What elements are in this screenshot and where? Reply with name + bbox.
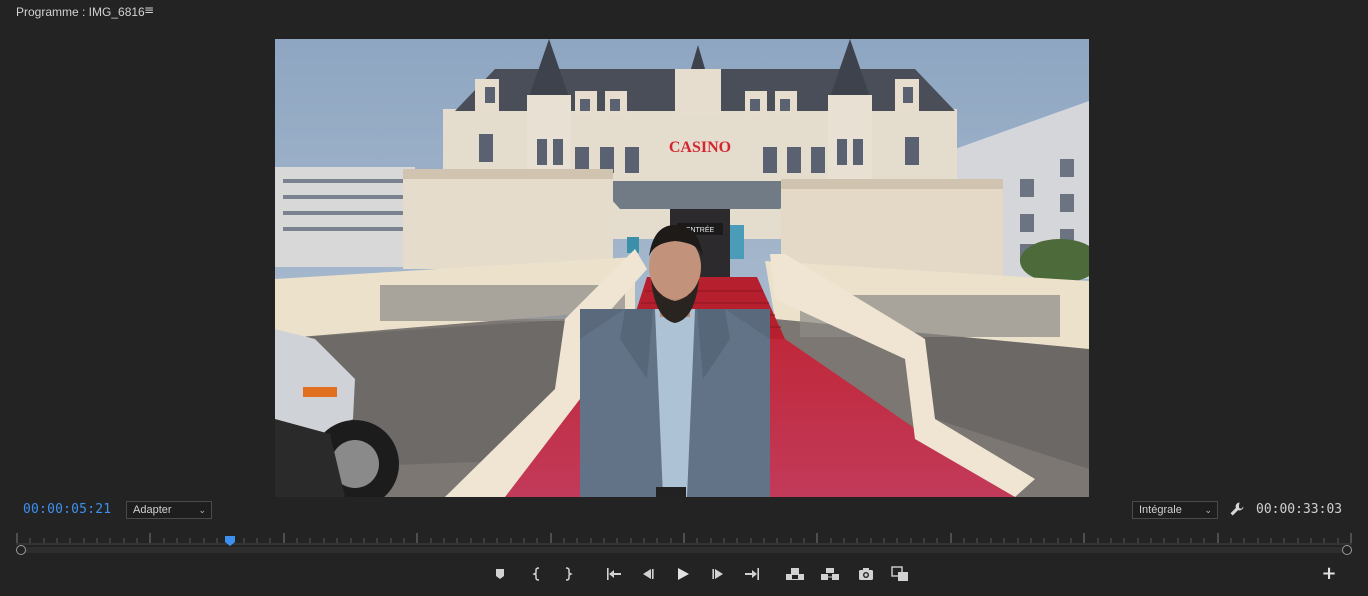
go-to-in-icon [607, 568, 621, 580]
mark-out-icon [565, 567, 573, 581]
play-icon [678, 568, 689, 580]
playback-resolution-value: Intégrale [1139, 504, 1182, 516]
wrench-icon[interactable] [1229, 501, 1245, 517]
chevron-down-icon: ⌄ [198, 505, 206, 515]
scrollbar-right-handle[interactable] [1342, 545, 1352, 555]
go-to-out-button[interactable] [742, 564, 762, 584]
current-timecode[interactable]: 00:00:05:21 [23, 502, 111, 517]
go-to-out-icon [745, 568, 759, 580]
add-marker-button[interactable] [490, 564, 510, 584]
scrollbar-track[interactable] [22, 547, 1346, 553]
hamburger-menu-icon[interactable]: ≡ [144, 3, 154, 17]
transport-controls [0, 564, 1368, 584]
casino-sign: CASINO [669, 139, 731, 156]
panel-title[interactable]: Programme : IMG_6816 [16, 5, 145, 19]
extract-icon [821, 568, 839, 580]
scrollbar-left-handle[interactable] [16, 545, 26, 555]
zoom-scrollbar[interactable] [16, 545, 1352, 555]
export-frame-button[interactable] [856, 564, 876, 584]
step-forward-button[interactable] [708, 564, 728, 584]
go-to-in-button[interactable] [604, 564, 624, 584]
zoom-level-dropdown[interactable]: Adapter ⌄ [126, 501, 212, 519]
comparison-view-button[interactable] [890, 564, 910, 584]
mark-in-icon [532, 567, 540, 581]
plus-icon[interactable]: + [1321, 565, 1337, 583]
ruler-ticks [16, 533, 1352, 545]
marker-icon [496, 569, 504, 579]
mark-out-button[interactable] [558, 564, 578, 584]
time-ruler[interactable] [16, 530, 1352, 546]
step-back-button[interactable] [638, 564, 658, 584]
step-back-icon [643, 569, 654, 579]
panel-header: Programme : IMG_6816 ≡ [0, 0, 1368, 24]
mark-in-button[interactable] [527, 564, 547, 584]
playback-resolution-dropdown[interactable]: Intégrale ⌄ [1132, 501, 1218, 519]
lift-icon [786, 568, 804, 580]
camera-icon [859, 568, 873, 580]
duration-timecode: 00:00:33:03 [1256, 502, 1343, 517]
play-button[interactable] [673, 564, 693, 584]
extract-button[interactable] [820, 564, 840, 584]
compare-icon [891, 566, 908, 581]
zoom-level-value: Adapter [133, 504, 172, 516]
step-forward-icon [712, 569, 723, 579]
program-monitor-viewer[interactable]: CASINO ENTRÉE [275, 39, 1089, 497]
video-frame: CASINO ENTRÉE [275, 39, 1089, 497]
chevron-down-icon: ⌄ [1204, 505, 1212, 515]
lift-button[interactable] [785, 564, 805, 584]
playhead[interactable] [225, 531, 235, 546]
